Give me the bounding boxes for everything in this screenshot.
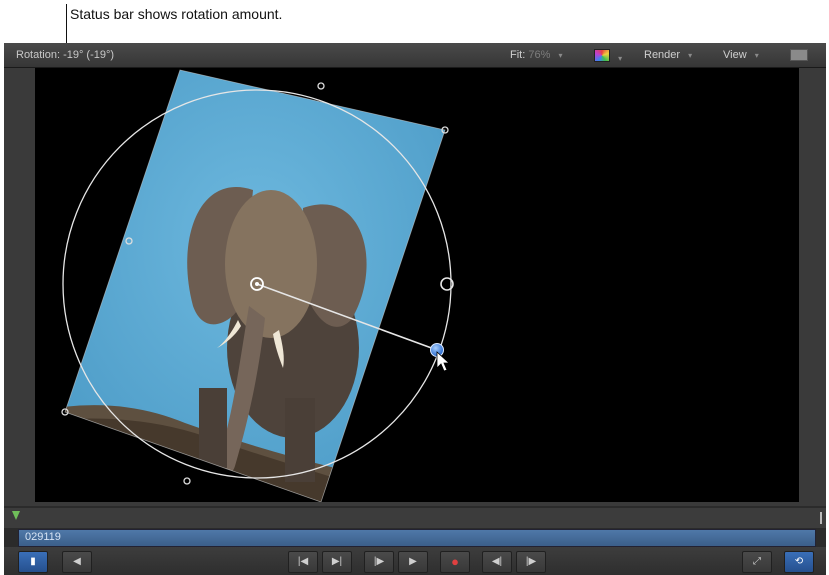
fullscreen-icon: ⤢ (753, 556, 761, 567)
timecode-bar[interactable]: 029119 (18, 529, 816, 547)
next-frame-button[interactable]: |▶ (516, 551, 546, 573)
render-chevron-down-icon: ▾ (688, 51, 693, 60)
toggle-panel-button[interactable]: ▮ (18, 551, 48, 573)
play-from-start-button[interactable]: |▶ (364, 551, 394, 573)
rotation-readout: Rotation: -19° (-19°) (16, 49, 115, 61)
canvas-area (4, 68, 826, 506)
layout-menu[interactable] (790, 49, 808, 63)
go-to-end-icon: ▶| (331, 556, 343, 567)
color-channels-icon (594, 49, 610, 62)
elephant-left-leg (199, 388, 227, 468)
play-button[interactable]: ▶ (398, 551, 428, 573)
loop-button[interactable]: ⟲ (784, 551, 814, 573)
render-menu[interactable]: Render ▾ (644, 49, 692, 61)
play-icon: ▶ (409, 556, 417, 567)
play-from-start-icon: |▶ (373, 556, 385, 567)
timecode: 029119 (25, 531, 61, 543)
view-label: View (723, 49, 747, 61)
color-chevron-down-icon: ▾ (618, 54, 623, 63)
record-button[interactable]: ● (440, 551, 470, 573)
record-icon: ● (451, 554, 459, 569)
canvas[interactable] (35, 68, 799, 502)
end-marker-icon[interactable] (820, 512, 822, 524)
fullscreen-button[interactable]: ⤢ (742, 551, 772, 573)
layout-icon (790, 49, 808, 61)
panel-icon: ▮ (30, 556, 36, 567)
status-bar: Rotation: -19° (-19°) Fit: 76% ▾ ▾ Rende… (4, 43, 826, 68)
fit-label: Fit: (510, 49, 526, 61)
fit-zoom-menu[interactable]: Fit: 76% ▾ (510, 49, 562, 61)
canvas-window: Rotation: -19° (-19°) Fit: 76% ▾ ▾ Rende… (4, 43, 826, 575)
view-chevron-down-icon: ▾ (754, 51, 759, 60)
fit-chevron-down-icon: ▾ (558, 51, 563, 60)
speaker-icon: ◀ (73, 556, 81, 567)
next-frame-icon: |▶ (525, 556, 537, 567)
elephant-head (225, 190, 317, 338)
mouse-cursor-icon (436, 351, 451, 372)
callout-text: Status bar shows rotation amount. (70, 6, 283, 22)
fit-value: 76% (528, 49, 551, 61)
render-label: Render (644, 49, 681, 61)
go-to-start-button[interactable]: |◀ (288, 551, 318, 573)
canvas-graphic (55, 69, 454, 502)
rotated-photo[interactable] (55, 69, 446, 502)
previous-frame-button[interactable]: ◀| (482, 551, 512, 573)
playhead-marker-icon[interactable] (12, 511, 20, 520)
mini-timeline[interactable] (4, 508, 826, 528)
edge-handle-top[interactable] (317, 82, 325, 90)
loop-icon: ⟲ (794, 556, 804, 567)
view-menu[interactable]: View ▾ (723, 49, 759, 61)
transport-controls: ▮ ◀ |◀ ▶| |▶ ▶ ● ◀| |▶ ⤢ ⟲ (4, 547, 826, 575)
previous-frame-icon: ◀| (491, 556, 503, 567)
go-to-start-icon: |◀ (297, 556, 309, 567)
color-channels-menu[interactable]: ▾ (594, 49, 622, 64)
edge-handle-bottom[interactable] (183, 477, 191, 485)
go-to-end-button[interactable]: ▶| (322, 551, 352, 573)
elephant-right-leg (285, 398, 315, 482)
audio-button[interactable]: ◀ (62, 551, 92, 573)
